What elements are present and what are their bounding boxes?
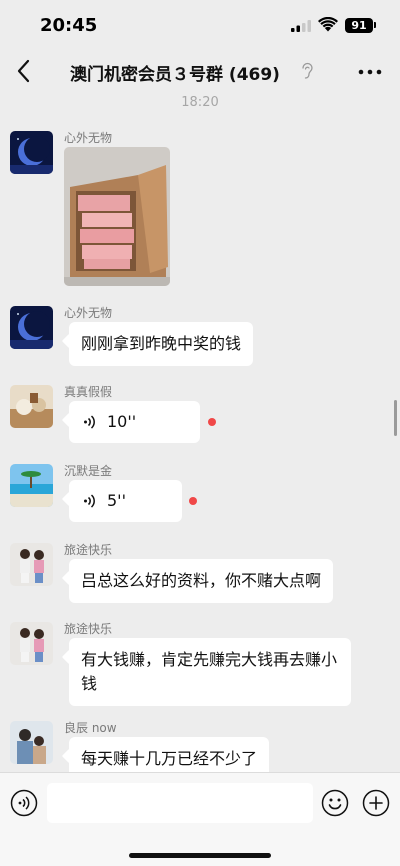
chevron-left-icon[interactable] (14, 58, 34, 84)
text-message[interactable]: 有大钱赚，肯定先赚完大钱再去赚小钱 (69, 638, 351, 706)
status-bar: 20:45 91 (0, 0, 400, 48)
emoji-icon[interactable] (321, 789, 349, 817)
status-time: 20:45 (40, 15, 98, 36)
avatar-kids-image (10, 622, 53, 665)
chat-timestamp: 18:20 (181, 95, 219, 110)
avatar-moon-image (10, 306, 53, 349)
text-message[interactable]: 刚刚拿到昨晚中奖的钱 (69, 322, 254, 366)
text-message[interactable]: 吕总这么好的资料，你不赌大点啊 (69, 559, 334, 603)
voice-duration: 5'' (107, 491, 126, 510)
avatar[interactable] (10, 464, 53, 507)
voice-wave-icon (84, 494, 95, 508)
input-bar (0, 772, 400, 866)
unread-dot (189, 497, 197, 505)
message-input[interactable] (47, 783, 313, 823)
battery-indicator: 91 (345, 18, 373, 33)
voice-duration: 10'' (107, 412, 137, 431)
scrollbar-thumb[interactable] (394, 400, 397, 436)
image-message[interactable] (64, 147, 170, 286)
avatar[interactable] (10, 385, 53, 428)
avatar-kids-image (10, 543, 53, 586)
message-text: 刚刚拿到昨晚中奖的钱 (81, 334, 242, 353)
message-text: 每天赚十几万已经不少了 (81, 749, 258, 768)
sender-name: 旅途快乐 (64, 622, 113, 636)
avatar[interactable] (10, 721, 53, 764)
avatar[interactable] (10, 622, 53, 665)
sender-name: 心外无物 (64, 131, 113, 145)
unread-dot (208, 418, 216, 426)
avatar-food-image (10, 385, 53, 428)
voice-wave-icon (84, 415, 95, 429)
voice-message[interactable]: 5'' (69, 480, 182, 522)
avatar[interactable] (10, 543, 53, 586)
sender-name: 旅途快乐 (64, 543, 113, 557)
avatar-moon-image (10, 131, 53, 174)
avatar-beach-image (10, 464, 53, 507)
voice-toggle-icon[interactable] (10, 789, 38, 817)
home-indicator (129, 853, 271, 858)
more-dots-icon[interactable] (358, 69, 382, 75)
avatar[interactable] (10, 131, 53, 174)
avatar-family-image (10, 721, 53, 764)
sender-name: 沉默是金 (64, 464, 113, 478)
sender-name: 良辰 now (64, 721, 117, 735)
avatar[interactable] (10, 306, 53, 349)
wifi-icon (318, 17, 338, 32)
chat-title[interactable]: 澳门机密会员３号群 (469) (70, 60, 320, 85)
battery-tip (374, 22, 376, 28)
message-text: 有大钱赚，肯定先赚完大钱再去赚小钱 (81, 650, 338, 693)
voice-message[interactable]: 10'' (69, 401, 200, 443)
chat-header: 澳门机密会员３号群 (469) (0, 48, 400, 94)
signal-icon (291, 20, 311, 32)
sender-name: 真真假假 (64, 385, 113, 399)
ear-icon (302, 62, 313, 79)
money-box-image (64, 147, 170, 286)
plus-icon[interactable] (362, 789, 390, 817)
sender-name: 心外无物 (64, 306, 113, 320)
message-text: 吕总这么好的资料，你不赌大点啊 (81, 571, 322, 590)
